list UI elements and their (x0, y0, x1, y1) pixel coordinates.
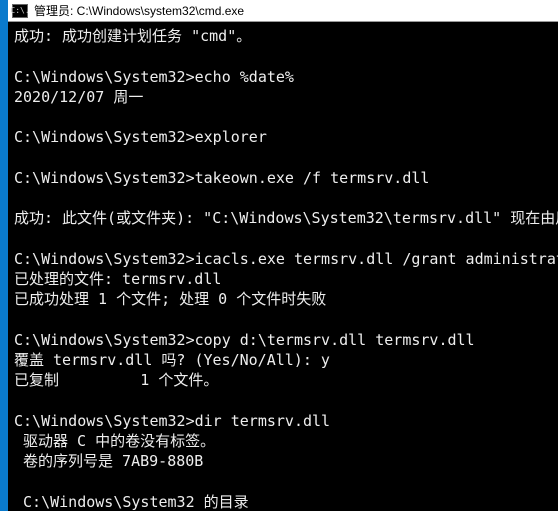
terminal-line: 已成功处理 1 个文件; 处理 0 个文件时失败 (14, 289, 554, 309)
terminal-line: 驱动器 C 中的卷没有标签。 (14, 431, 554, 451)
terminal-line: 卷的序列号是 7AB9-880B (14, 451, 554, 471)
cmd-icon: C:\. (12, 4, 28, 18)
terminal-line: C:\Windows\System32>takeown.exe /f terms… (14, 168, 554, 188)
terminal-line: 2020/12/07 周一 (14, 87, 554, 107)
terminal-line (14, 148, 554, 168)
terminal-line (14, 472, 554, 492)
window-title: 管理员: C:\Windows\system32\cmd.exe (34, 2, 244, 19)
terminal-line: C:\Windows\System32>icacls.exe termsrv.d… (14, 249, 554, 269)
window-titlebar[interactable]: C:\. 管理员: C:\Windows\system32\cmd.exe (8, 0, 558, 22)
terminal-line (14, 188, 554, 208)
terminal-line: 覆盖 termsrv.dll 吗? (Yes/No/All): y (14, 350, 554, 370)
cmd-window: C:\. 管理员: C:\Windows\system32\cmd.exe 成功… (8, 0, 558, 511)
terminal-line (14, 391, 554, 411)
terminal-line: C:\Windows\System32>dir termsrv.dll (14, 411, 554, 431)
terminal-line (14, 46, 554, 66)
terminal-line (14, 310, 554, 330)
terminal-area[interactable]: 成功: 成功创建计划任务 "cmd"。 C:\Windows\System32>… (8, 22, 558, 511)
terminal-line: C:\Windows\System32>explorer (14, 127, 554, 147)
terminal-line: 已处理的文件: termsrv.dll (14, 269, 554, 289)
terminal-line: 成功: 此文件(或文件夹): "C:\Windows\System32\term… (14, 208, 554, 228)
terminal-line (14, 229, 554, 249)
terminal-line: C:\Windows\System32>echo %date% (14, 67, 554, 87)
terminal-line: C:\Windows\System32 的目录 (14, 492, 554, 511)
terminal-line (14, 107, 554, 127)
terminal-line: 已复制 1 个文件。 (14, 370, 554, 390)
terminal-line: C:\Windows\System32>copy d:\termsrv.dll … (14, 330, 554, 350)
terminal-line: 成功: 成功创建计划任务 "cmd"。 (14, 26, 554, 46)
